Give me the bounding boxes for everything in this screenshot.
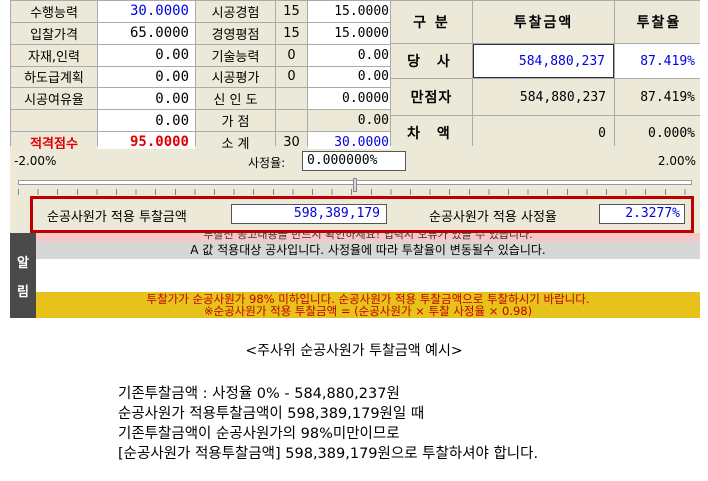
bid-row-label-max: 만점자 (391, 79, 472, 115)
bid-header-amount: 투찰금액 (473, 1, 614, 43)
bid-calculator-panel: 수행능력 30.0000 시공경험 15 15.0000 입찰가격 65.000… (10, 0, 700, 318)
score-label (11, 110, 97, 132)
sub-label: 시공평가 (196, 66, 275, 88)
score-label: 수행능력 (11, 1, 97, 22)
sub-label: 신 인 도 (196, 88, 275, 110)
rate-slider[interactable] (10, 176, 700, 198)
bid-rate-diff: 0.000% (615, 116, 700, 150)
sub-value[interactable]: 15.0000 (308, 1, 395, 22)
notice-message-blank (36, 259, 700, 293)
slider-ticks (18, 189, 692, 195)
net-cost-bid-label: 순공사원가 적용 투찰금액 (47, 210, 187, 225)
bid-amount-max: 584,880,237 (473, 79, 614, 115)
score-grid: 수행능력 30.0000 시공경험 15 15.0000 입찰가격 65.000… (10, 0, 395, 153)
rate-input[interactable]: 0.000000% (302, 151, 406, 171)
sub-num: 0 (276, 66, 307, 88)
score-label: 자재,인력 (11, 44, 97, 66)
bid-rate-max: 87.419% (615, 79, 700, 115)
notice-message-a-value: A 값 적용대상 공사입니다. 사정율에 따라 투찰율이 변동될수 있습니다. (36, 242, 700, 259)
sub-value: 0.00 (308, 110, 395, 132)
explanation-line: 순공사원가 적용투찰금액이 598,389,179원일 때 (118, 406, 425, 422)
notice-message-net-cost: 투찰가가 순공사원가 98% 미하입니다. 순공사원가 적용 투찰금액으로 투찰… (36, 292, 700, 318)
rate-max-label: 2.00% (657, 154, 696, 168)
net-cost-rate-label: 순공사원가 적용 사정율 (429, 210, 557, 225)
sub-value[interactable]: 0.00 (308, 66, 395, 88)
bid-row-label-company: 당 사 (391, 44, 472, 78)
bid-grid: 구 분 투찰금액 투찰율 당 사 584,880,237 87.419% 만점자… (390, 0, 700, 150)
notice-message-warning: 투찰전 공고내용을 반드시 확인하세요! 입력시 오류가 있을 수 있습니다. (36, 233, 700, 242)
score-value[interactable]: 0.00 (98, 88, 195, 110)
explanation-line: 기존투찰금액 : 사정율 0% - 584,880,237원 (118, 386, 400, 402)
explanation-text: 기존투찰금액 : 사정율 0% - 584,880,237원 순공사원가 적용투… (118, 384, 538, 464)
sub-num: 15 (276, 1, 307, 22)
score-label: 하도급계획 (11, 66, 97, 88)
score-value[interactable]: 30.0000 (98, 1, 195, 22)
bid-amount-company[interactable]: 584,880,237 (473, 44, 614, 78)
net-cost-bid-value[interactable]: 598,389,179 (231, 204, 387, 224)
sub-label: 경영평점 (196, 22, 275, 44)
sub-value[interactable]: 15.0000 (308, 22, 395, 44)
score-value[interactable]: 0.00 (98, 110, 195, 132)
explanation-line: 기존투찰금액이 순공사원가의 98%미만이므로 (118, 426, 400, 442)
sub-num: 0 (276, 44, 307, 66)
sub-num (276, 88, 307, 110)
notice-net-cost-line2: ※순공사원가 적용 투찰금액 = (순공사원가 × 투찰 사정율 × 0.98) (203, 304, 533, 318)
bid-header-category: 구 분 (391, 1, 472, 43)
bid-row-label-diff: 차 액 (391, 116, 472, 150)
score-value[interactable]: 0.00 (98, 66, 195, 88)
score-value[interactable]: 0.00 (98, 44, 195, 66)
sub-num (276, 110, 307, 132)
notice-side-char: 알 (17, 255, 29, 271)
sub-value[interactable]: 0.00 (308, 44, 395, 66)
bid-amount-diff: 0 (473, 116, 614, 150)
bid-header-rate: 투찰율 (615, 1, 700, 43)
sub-num: 15 (276, 22, 307, 44)
notice-side-char: 림 (17, 284, 29, 300)
figure-caption: <주사위 순공사원가 투찰금액 예시> (245, 343, 463, 359)
score-value[interactable]: 65.0000 (98, 22, 195, 44)
explanation-line: [순공사원가 적용투찰금액] 598,389,179원으로 투찰하셔야 합니다. (118, 446, 539, 462)
bid-rate-company: 87.419% (615, 44, 700, 78)
score-label: 시공여유율 (11, 88, 97, 110)
rate-min-label: -2.00% (14, 154, 57, 168)
sub-label: 시공경험 (196, 1, 275, 22)
sub-value[interactable]: 0.0000 (308, 88, 395, 110)
sub-label: 가 점 (196, 110, 275, 132)
score-label: 입찰가격 (11, 22, 97, 44)
rate-label: 사정율: (248, 156, 286, 170)
net-cost-rate-value[interactable]: 2.3277% (599, 204, 685, 224)
net-cost-highlight-box: 순공사원가 적용 투찰금액 598,389,179 순공사원가 적용 사정율 2… (30, 196, 694, 233)
notice-area: 알 림 투찰전 공고내용을 반드시 확인하세요! 입력시 오류가 있을 수 있습… (10, 233, 700, 318)
rate-row: -2.00% 사정율: 0.000000% 2.00% (10, 149, 700, 173)
notice-side-label: 알 림 (10, 233, 36, 318)
sub-label: 기술능력 (196, 44, 275, 66)
